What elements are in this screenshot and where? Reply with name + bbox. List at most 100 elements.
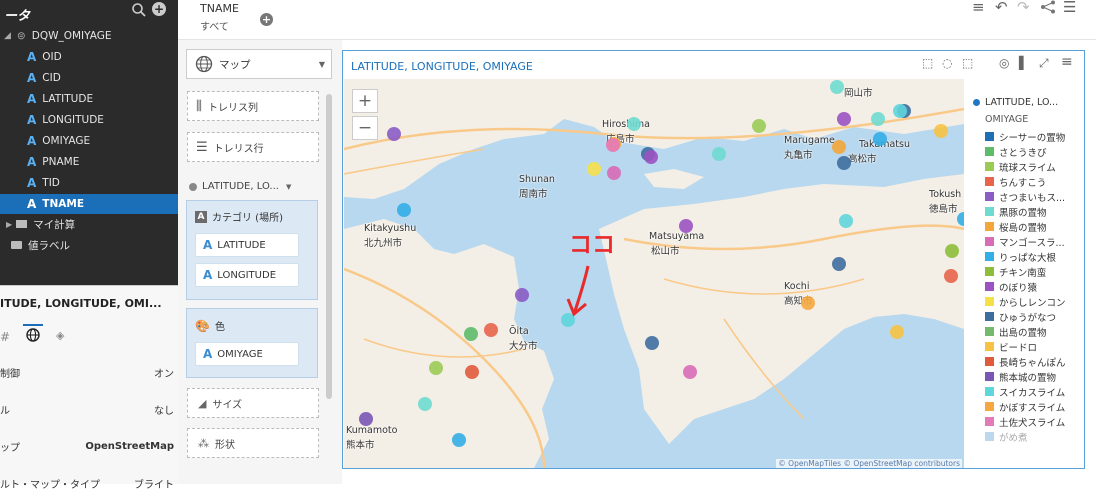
legend-item[interactable]: 出島の置物	[985, 324, 1047, 339]
share-icon[interactable]	[1040, 0, 1056, 14]
map-point[interactable]	[837, 156, 851, 170]
map-point[interactable]	[397, 203, 411, 217]
map-point[interactable]	[418, 397, 432, 411]
map-point[interactable]	[837, 112, 851, 126]
tree-field-latitude[interactable]: A LATITUDE	[0, 89, 178, 109]
add-filter-icon[interactable]: +	[260, 13, 273, 26]
legend-item[interactable]: ビードロ	[985, 339, 1037, 354]
expand-icon[interactable]: ⤢	[1039, 56, 1049, 71]
map-point[interactable]	[644, 150, 658, 164]
legend-item[interactable]: ひゅうがなつ	[985, 309, 1056, 324]
trellis-columns-drop[interactable]: ⫼ トレリス列	[187, 91, 319, 121]
lasso-icon[interactable]: ◌	[942, 56, 952, 70]
legend-item[interactable]: 琉球スライム	[985, 159, 1056, 174]
map-point[interactable]	[679, 219, 693, 233]
tree-field-tname[interactable]: A TNAME	[0, 194, 178, 214]
chart-icon[interactable]: ▌	[1019, 56, 1028, 70]
list-icon[interactable]: ☰	[1063, 0, 1076, 16]
map-point[interactable]	[452, 433, 466, 447]
map-point[interactable]	[359, 412, 373, 426]
grid-icon[interactable]: #	[0, 330, 10, 344]
map-point[interactable]	[712, 147, 726, 161]
select-all-icon[interactable]: ⬚	[962, 56, 973, 70]
undo-icon[interactable]: ↶	[995, 0, 1008, 16]
map-point[interactable]	[873, 132, 887, 146]
map-point[interactable]	[484, 323, 498, 337]
legend-item[interactable]: がめ煮	[985, 429, 1028, 444]
tree-field-longitude[interactable]: A LONGITUDE	[0, 110, 178, 130]
menu-icon[interactable]: ≡	[1061, 54, 1073, 70]
add-icon[interactable]: +	[152, 2, 166, 16]
map-point[interactable]	[627, 117, 641, 131]
legend-item[interactable]: 土佐犬スライム	[985, 414, 1065, 429]
map-point[interactable]	[464, 327, 478, 341]
expand-icon[interactable]: ◢	[4, 31, 11, 41]
map-point[interactable]	[893, 104, 907, 118]
legend-item[interactable]: シーサーの置物	[985, 129, 1065, 144]
legend-item[interactable]: さつまいもス...	[985, 189, 1065, 204]
tree-field-tid[interactable]: A TID	[0, 173, 178, 193]
target-icon[interactable]: ◎	[999, 56, 1009, 70]
property-row[interactable]: ルト・マップ・タイプ ブライト	[0, 474, 178, 492]
zoom-in-button[interactable]: +	[352, 89, 378, 113]
legend-item[interactable]: さとうきび	[985, 144, 1047, 159]
map-point[interactable]	[944, 269, 958, 283]
map-point[interactable]	[801, 296, 815, 310]
menu-icon[interactable]: ≡	[972, 0, 985, 16]
map-point[interactable]	[607, 166, 621, 180]
map-point[interactable]	[832, 257, 846, 271]
property-row[interactable]: ップ OpenStreetMap	[0, 437, 178, 455]
legend-item[interactable]: かぼすスライム	[985, 399, 1065, 414]
color-pill-omiyage[interactable]: A OMIYAGE	[195, 342, 299, 366]
category-pill-longitude[interactable]: A LONGITUDE	[195, 263, 299, 287]
map-point[interactable]	[839, 214, 853, 228]
tree-field-pname[interactable]: A PNAME	[0, 152, 178, 172]
globe-tab-icon[interactable]	[25, 327, 41, 343]
map-point[interactable]	[683, 365, 697, 379]
legend-item[interactable]: 長崎ちゃんぽん	[985, 354, 1066, 369]
filter-pill[interactable]: TNAME すべて	[200, 2, 239, 33]
trellis-rows-drop[interactable]: ☰ トレリス行	[187, 132, 319, 162]
legend-item[interactable]: チキン南蛮	[985, 264, 1046, 279]
map-point[interactable]	[830, 80, 844, 94]
tree-folder[interactable]: ▶ マイ計算	[0, 214, 178, 234]
select-rect-icon[interactable]: ⬚	[922, 56, 933, 70]
map-point[interactable]	[515, 288, 529, 302]
map-point[interactable]	[752, 119, 766, 133]
legend-item[interactable]: のぼり猿	[985, 279, 1037, 294]
legend-item[interactable]: 黒豚の置物	[985, 204, 1047, 219]
map-point[interactable]	[957, 212, 964, 226]
tree-field-cid[interactable]: A CID	[0, 68, 178, 88]
category-pill-latitude[interactable]: A LATITUDE	[195, 233, 299, 257]
tree-field-oid[interactable]: A OID	[0, 47, 178, 67]
redo-icon[interactable]: ↷	[1017, 0, 1030, 16]
zoom-out-button[interactable]: −	[352, 116, 378, 140]
map-point[interactable]	[606, 138, 620, 152]
map-point[interactable]	[429, 361, 443, 375]
tree-label-item[interactable]: 値ラベル	[0, 235, 178, 255]
layer-header[interactable]: LATITUDE, LO... ▼	[189, 181, 291, 192]
map-point[interactable]	[387, 127, 401, 141]
legend-item[interactable]: からしレンコン	[985, 294, 1066, 309]
legend-item[interactable]: ちんすこう	[985, 174, 1046, 189]
map[interactable]: Hiroshima 広島市 Shunan 周南市 Marugame 丸亀市 Takamats…	[344, 79, 964, 468]
legend-item[interactable]: 桜島の置物	[985, 219, 1047, 234]
legend-layer[interactable]: LATITUDE, LO...	[973, 97, 1058, 108]
map-point[interactable]	[465, 365, 479, 379]
property-row[interactable]: ル なし	[0, 400, 178, 418]
shape-drop[interactable]: ⁂ 形状	[187, 428, 319, 458]
expand-icon[interactable]: ▶	[6, 220, 12, 229]
legend-item[interactable]: スイカスライム	[985, 384, 1065, 399]
tree-field-omiyage[interactable]: A OMIYAGE	[0, 131, 178, 151]
map-point[interactable]	[934, 124, 948, 138]
map-point[interactable]	[645, 336, 659, 350]
tree-root[interactable]: ◢ ⊜ DQW_OMIYAGE	[0, 26, 178, 46]
map-point[interactable]	[871, 112, 885, 126]
map-point[interactable]	[945, 244, 959, 258]
legend-item[interactable]: りっぱな大根	[985, 249, 1056, 264]
viz-type-select[interactable]: マップ ▼	[186, 49, 332, 79]
map-point[interactable]	[587, 162, 601, 176]
size-drop[interactable]: ◢ サイズ	[187, 388, 319, 418]
scrollbar[interactable]	[326, 94, 332, 399]
layers-icon[interactable]: ◈	[56, 329, 64, 342]
